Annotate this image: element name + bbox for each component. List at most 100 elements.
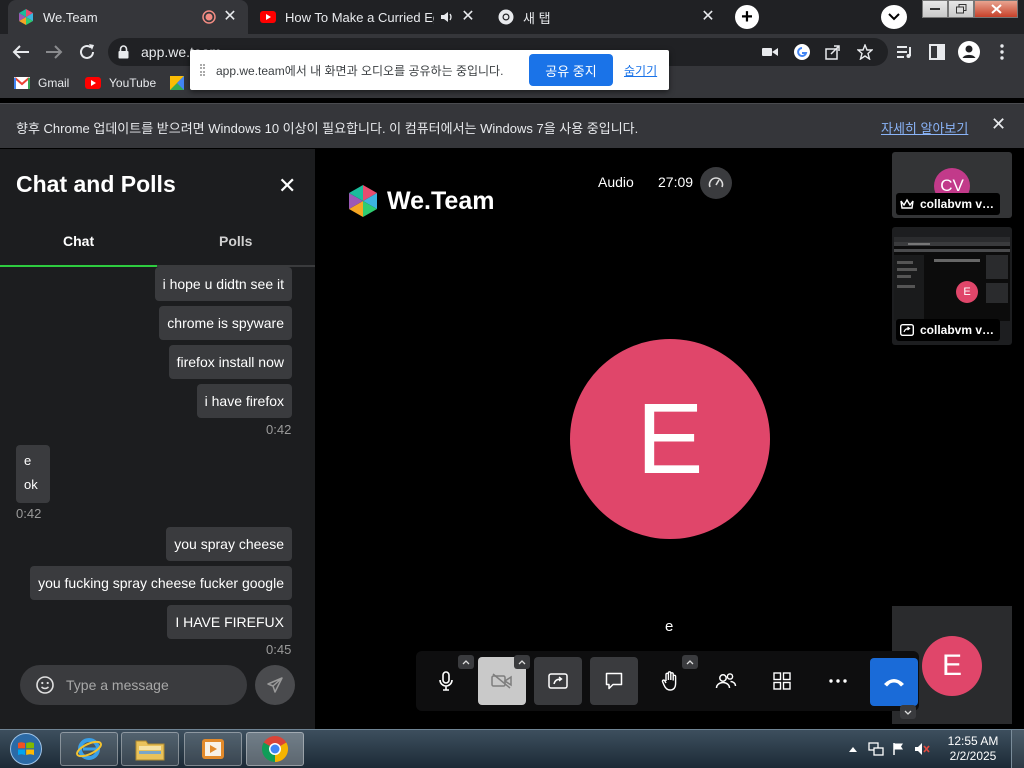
share-page-icon[interactable] bbox=[821, 40, 845, 64]
action-center-flag-icon[interactable] bbox=[891, 741, 907, 757]
screen-share-icon bbox=[548, 673, 568, 689]
participants-button[interactable] bbox=[702, 657, 750, 705]
message-timestamp: 0:42 bbox=[266, 422, 292, 437]
restore-button[interactable] bbox=[948, 0, 974, 18]
camera-options-caret[interactable] bbox=[514, 655, 530, 669]
close-tab-icon[interactable]: ✕ bbox=[460, 9, 476, 25]
taskbar-internet-explorer[interactable] bbox=[60, 732, 118, 766]
connection-quality-button[interactable] bbox=[700, 167, 732, 199]
tab-polls[interactable]: Polls bbox=[219, 233, 252, 249]
more-horizontal-icon bbox=[829, 679, 847, 683]
bookmark-maps[interactable] bbox=[170, 76, 184, 90]
microphone-options-caret[interactable] bbox=[458, 655, 474, 669]
tab-strip: We.Team ✕ How To Make a Curried Egg ✕ 새 … bbox=[0, 0, 1024, 34]
weteam-logo: We.Team bbox=[347, 185, 494, 217]
close-tab-icon[interactable]: ✕ bbox=[222, 9, 238, 25]
taskbar-file-explorer[interactable] bbox=[121, 732, 179, 766]
message-timestamp: 0:42 bbox=[16, 506, 42, 521]
infobar-close-icon[interactable]: ✕ bbox=[991, 115, 1006, 133]
hide-share-bar-link[interactable]: 숨기기 bbox=[624, 62, 657, 79]
incoming-line: e bbox=[24, 453, 32, 468]
tab-weteam[interactable]: We.Team ✕ bbox=[8, 0, 248, 34]
bookmark-label: Gmail bbox=[38, 76, 70, 90]
stop-sharing-button[interactable]: 공유 중지 bbox=[529, 54, 613, 86]
hang-up-icon bbox=[884, 679, 904, 687]
volume-muted-icon[interactable] bbox=[914, 741, 930, 757]
forward-button[interactable] bbox=[42, 40, 66, 64]
chat-message-incoming: e ok bbox=[16, 445, 50, 503]
clock-time: 12:55 AM bbox=[947, 734, 999, 748]
reload-button[interactable] bbox=[75, 40, 99, 64]
chat-panel-title: Chat and Polls bbox=[16, 171, 176, 197]
share-screen-button[interactable] bbox=[534, 657, 582, 705]
chat-icon bbox=[605, 672, 623, 690]
tab-title: 새 탭 bbox=[523, 10, 551, 26]
minimize-button[interactable] bbox=[922, 0, 948, 18]
tab-youtube[interactable]: How To Make a Curried Egg ✕ bbox=[250, 0, 486, 34]
message-input[interactable] bbox=[66, 673, 236, 697]
bookmark-youtube[interactable]: YouTube bbox=[85, 76, 156, 90]
chat-message-outgoing: you spray cheese bbox=[166, 527, 292, 561]
learn-more-link[interactable]: 자세히 알아보기 bbox=[881, 118, 968, 137]
screen-share-icon bbox=[900, 324, 914, 336]
profile-avatar-icon[interactable] bbox=[957, 40, 981, 64]
chevron-down-icon bbox=[888, 13, 900, 21]
weteam-logo-icon bbox=[349, 185, 377, 217]
network-icon[interactable] bbox=[868, 741, 884, 757]
participant-tile-screen-share[interactable]: E collabvm v… bbox=[892, 227, 1012, 345]
participant-avatar: E bbox=[956, 281, 978, 303]
gmail-icon bbox=[14, 77, 30, 89]
start-button[interactable] bbox=[6, 732, 46, 766]
close-chat-panel-icon[interactable]: ✕ bbox=[278, 175, 296, 197]
show-desktop-button[interactable] bbox=[1011, 730, 1024, 768]
speaker-icon[interactable] bbox=[440, 11, 454, 23]
emoji-icon[interactable] bbox=[36, 676, 54, 699]
media-control-icon[interactable] bbox=[893, 40, 917, 64]
chevron-up-icon bbox=[462, 659, 470, 664]
lock-icon[interactable] bbox=[118, 45, 129, 64]
meeting-controls bbox=[416, 651, 919, 711]
tab-chat[interactable]: Chat bbox=[63, 233, 94, 249]
new-tab-button[interactable]: + bbox=[735, 5, 759, 29]
browser-menu-icon[interactable] bbox=[990, 40, 1014, 64]
side-panel-icon[interactable] bbox=[925, 40, 949, 64]
bookmark-star-icon[interactable] bbox=[853, 40, 877, 64]
system-clock[interactable]: 12:55 AM 2/2/2025 bbox=[944, 734, 1002, 764]
weteam-logo-icon bbox=[18, 9, 34, 25]
show-hidden-icons-icon[interactable] bbox=[845, 741, 861, 757]
tab-new-tab[interactable]: 새 탭 ✕ bbox=[488, 0, 726, 34]
leave-options-caret[interactable] bbox=[900, 705, 916, 719]
participant-tile-host[interactable]: CV collabvm v… bbox=[892, 152, 1012, 218]
layout-button[interactable] bbox=[758, 657, 806, 705]
maps-icon bbox=[170, 76, 184, 90]
leave-call-button[interactable] bbox=[870, 658, 918, 706]
windows-support-infobar: 향후 Chrome 업데이트를 받으려면 Windows 10 이상이 필요합니… bbox=[0, 103, 1024, 148]
reload-icon bbox=[80, 44, 94, 59]
chat-button[interactable] bbox=[590, 657, 638, 705]
share-message: app.we.team에서 내 화면과 오디오를 공유하는 중입니다. bbox=[216, 64, 504, 78]
microphone-icon bbox=[439, 671, 453, 691]
close-tab-icon[interactable]: ✕ bbox=[700, 9, 716, 25]
message-timestamp: 0:45 bbox=[266, 642, 292, 657]
reactions-options-caret[interactable] bbox=[682, 655, 698, 669]
shared-screen-preview bbox=[894, 237, 1010, 321]
audio-label[interactable]: Audio bbox=[598, 174, 634, 190]
camera-indicator-icon[interactable] bbox=[758, 40, 782, 64]
tab-search-button[interactable] bbox=[881, 5, 907, 29]
chat-message-outgoing: i have firefox bbox=[196, 384, 292, 418]
drag-handle[interactable] bbox=[200, 64, 205, 76]
send-button[interactable] bbox=[255, 665, 295, 705]
taskbar-media-player[interactable] bbox=[184, 732, 242, 766]
bookmark-gmail[interactable]: Gmail bbox=[14, 76, 69, 90]
message-list[interactable]: i hope u didtn see it chrome is spyware … bbox=[0, 267, 315, 662]
back-button[interactable] bbox=[9, 40, 33, 64]
taskbar-chrome[interactable] bbox=[246, 732, 304, 766]
clock-date: 2/2/2025 bbox=[949, 749, 997, 763]
back-arrow-icon bbox=[12, 45, 29, 59]
media-player-icon bbox=[202, 739, 224, 759]
google-icon[interactable] bbox=[790, 40, 814, 64]
more-options-button[interactable] bbox=[814, 657, 862, 705]
close-window-button[interactable] bbox=[974, 0, 1018, 18]
hand-icon bbox=[661, 671, 677, 691]
screen-share-notification: app.we.team에서 내 화면과 오디오를 공유하는 중입니다. 공유 중… bbox=[190, 50, 669, 90]
